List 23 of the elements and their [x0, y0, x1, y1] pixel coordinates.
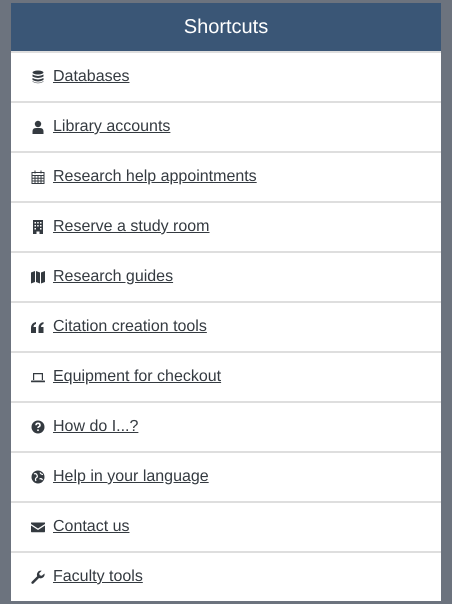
- globe-icon: [31, 470, 45, 484]
- laptop-icon: [31, 370, 45, 384]
- database-icon: [31, 70, 45, 84]
- shortcut-link[interactable]: Reserve a study room: [53, 218, 210, 236]
- shortcut-link[interactable]: How do I...?: [53, 418, 138, 436]
- shortcut-link[interactable]: Faculty tools: [53, 568, 143, 586]
- help-icon: [31, 420, 45, 434]
- wrench-icon: [31, 570, 45, 584]
- building-icon: [31, 220, 45, 234]
- shortcut-link[interactable]: Research guides: [53, 268, 174, 286]
- envelope-icon: [31, 520, 45, 534]
- map-icon: [31, 270, 45, 284]
- user-icon: [31, 120, 45, 134]
- calendar-icon: [31, 170, 45, 184]
- shortcut-link[interactable]: Research help appointments: [53, 168, 257, 186]
- shortcut-link[interactable]: Library accounts: [53, 118, 170, 136]
- quote-icon: [31, 320, 45, 334]
- panel-title: Shortcuts: [11, 3, 441, 51]
- shortcut-link[interactable]: Help in your language: [53, 468, 209, 486]
- shortcut-link[interactable]: Databases: [53, 68, 130, 86]
- shortcut-link[interactable]: Equipment for checkout: [53, 368, 222, 386]
- shortcut-link[interactable]: Citation creation tools: [53, 318, 207, 336]
- shortcut-link[interactable]: Contact us: [53, 518, 130, 536]
